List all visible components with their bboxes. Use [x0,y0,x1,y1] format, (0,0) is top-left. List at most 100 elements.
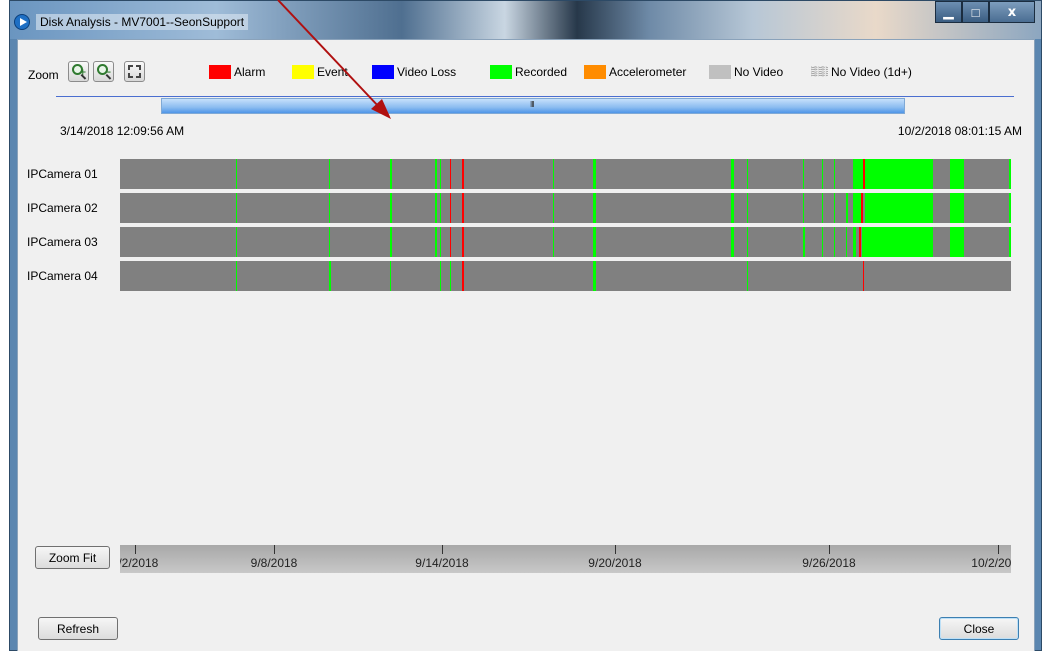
range-start-date: 3/14/2018 12:09:56 AM [60,124,185,138]
zoom-in-button[interactable]: + [68,61,89,82]
toolbar: Zoom + − Alarm Event Video Loss Recorded… [18,58,1034,88]
recorded-segment [435,227,437,257]
recorded-segment [731,159,734,189]
time-tick-label: 9/26/2018 [802,556,856,570]
legend-label: Event [317,65,348,79]
recorded-segment [593,159,596,189]
close-icon: x [1007,4,1017,20]
disk-analysis-window: Disk Analysis - MV7001--SeonSupport ▁ □ … [9,0,1042,651]
recorded-segment [440,227,441,257]
recorded-segment [440,159,441,189]
zoom-in-icon: + [72,64,87,78]
recorded-segment [435,159,437,189]
camera-label: IPCamera 03 [27,235,98,249]
video-loss-swatch [372,65,394,79]
title-bar[interactable]: Disk Analysis - MV7001--SeonSupport ▁ □ … [10,1,1041,39]
recorded-segment [390,227,392,257]
time-tick-label: 9/20/2018 [588,556,642,570]
legend-event: Event [292,64,348,80]
camera-track-2[interactable] [120,193,1011,223]
range-selector-bar[interactable]: III [161,98,905,114]
range-end-date: 10/2/2018 08:01:15 AM [897,124,1022,138]
alarm-swatch [209,65,231,79]
recorded-segment [236,261,237,291]
alarm-segment [450,193,451,223]
recorded-segment [435,193,437,223]
recorded-segment [329,261,331,291]
recorded-segment [865,159,933,189]
recorded-segment [834,159,835,189]
recorded-segment [846,227,847,257]
close-button[interactable]: Close [939,617,1019,640]
fit-to-screen-button[interactable] [124,61,145,82]
event-swatch [292,65,314,79]
legend-video-loss: Video Loss [372,64,456,80]
legend-no-video: No Video [709,64,783,80]
camera-label: IPCamera 02 [27,201,98,215]
time-tick [274,545,275,554]
legend-label: Recorded [515,65,568,79]
zoom-out-icon: − [97,64,112,78]
time-scale-bar[interactable]: 9/2/2018 9/8/2018 9/14/2018 9/20/2018 9/26/2… [120,545,1011,573]
maximize-icon: □ [971,4,980,20]
camera-track-3[interactable] [120,227,1011,257]
recorded-segment [950,193,964,223]
zoom-out-button[interactable]: − [93,61,114,82]
recorded-segment [553,227,554,257]
range-grip-handle[interactable]: III [530,100,535,109]
close-window-button[interactable]: x [989,1,1035,23]
recorded-segment [803,193,804,223]
minimize-button[interactable]: ▁ [935,1,962,23]
recorded-segment [390,261,391,291]
time-tick-label: 9/14/2018 [415,556,469,570]
legend-label: Accelerometer [609,65,687,79]
alarm-segment [462,159,464,189]
recorded-segment [593,227,596,257]
recorded-segment [747,159,748,189]
alarm-segment [462,193,464,223]
caption-buttons: ▁ □ x [935,1,1035,23]
recorded-segment [1009,193,1011,223]
alarm-segment [450,227,451,257]
time-tick [829,545,830,554]
recorded-segment [747,227,748,257]
alarm-segment [462,261,464,291]
camera-track-4[interactable] [120,261,1011,291]
alarm-segment [462,227,464,257]
recorded-segment [450,261,451,291]
recorded-segment [846,193,848,223]
recorded-segment [822,193,823,223]
time-tick [998,545,999,554]
recorded-segment [593,193,596,223]
refresh-button[interactable]: Refresh [38,617,118,640]
recorded-segment [236,193,237,223]
client-area: Zoom + − Alarm Event Video Loss Recorded… [17,39,1035,651]
recorded-segment [440,193,441,223]
recorded-segment [1009,227,1011,257]
recorded-segment [862,227,933,257]
legend-label: No Video [734,65,784,79]
recorded-segment [853,227,856,257]
recorded-segment [236,227,237,257]
camera-track-1[interactable] [120,159,1011,189]
time-tick-label: 10/2/2018 [971,556,1011,570]
alarm-segment [861,193,863,223]
accelerometer-swatch [584,65,606,79]
maximize-button[interactable]: □ [962,1,989,23]
recorded-segment [731,193,734,223]
recorded-segment [390,159,392,189]
alarm-segment [859,227,861,257]
zoom-fit-button[interactable]: Zoom Fit [35,546,110,569]
recorded-segment [803,227,805,257]
time-tick [615,545,616,554]
recorded-segment [593,261,596,291]
recorded-segment [747,261,748,291]
recorded-segment [329,193,330,223]
camera-label: IPCamera 04 [27,269,98,283]
recorded-segment [834,227,835,257]
recorded-segment [950,159,964,189]
minimize-icon: ▁ [943,4,954,19]
fit-to-screen-icon [128,65,141,78]
legend-label: Video Loss [397,65,457,79]
time-tick-label: 9/2/2018 [120,556,159,570]
